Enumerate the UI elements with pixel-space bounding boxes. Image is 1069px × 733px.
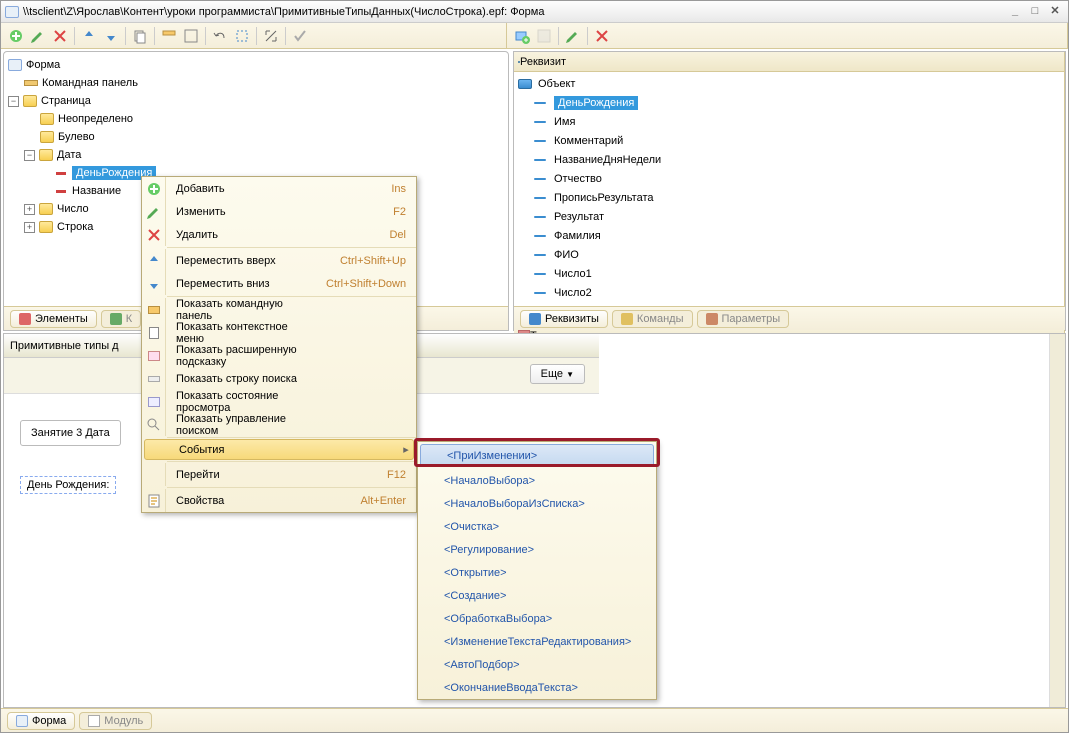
close-button[interactable]: ✕ bbox=[1046, 3, 1064, 21]
attr-header-left: Реквизит bbox=[520, 56, 566, 68]
left-toolbar bbox=[1, 23, 507, 49]
bottom-tab-module[interactable]: Модуль bbox=[79, 712, 152, 730]
ctx-goto[interactable]: ПерейтиF12 bbox=[142, 463, 416, 486]
event-item[interactable]: <Открытие> bbox=[418, 561, 656, 584]
attr-row[interactable]: Число1 bbox=[514, 264, 1064, 283]
event-item[interactable]: <ОбработкаВыбора> bbox=[418, 607, 656, 630]
bottom-tab-form[interactable]: Форма bbox=[7, 712, 75, 730]
tree-number[interactable]: Число bbox=[57, 203, 89, 215]
attr-row[interactable]: ДеньРождения bbox=[514, 93, 1064, 112]
tabpage[interactable]: Занятие 3 Дата bbox=[20, 420, 121, 446]
ctx-moveup[interactable]: Переместить вверхCtrl+Shift+Up bbox=[142, 249, 416, 272]
event-item[interactable]: <Создание> bbox=[418, 584, 656, 607]
more-button[interactable]: Еще ▼ bbox=[530, 364, 585, 384]
ctx-showsctl[interactable]: Показать управление поиском bbox=[142, 413, 416, 436]
tab-attrs[interactable]: Реквизиты bbox=[520, 310, 608, 328]
attr-row[interactable]: Комментарий bbox=[514, 131, 1064, 150]
event-item[interactable]: <Регулирование> bbox=[418, 538, 656, 561]
expand-toggle[interactable]: + bbox=[24, 204, 35, 215]
attr-row[interactable]: Фамилия bbox=[514, 226, 1064, 245]
delete-icon[interactable] bbox=[50, 26, 70, 46]
layout2-icon[interactable] bbox=[181, 26, 201, 46]
events-submenu: <ПриИзменении><НачалоВыбора><НачалоВыбор… bbox=[417, 441, 657, 700]
event-item[interactable]: <НачалоВыбораИзСписка> bbox=[418, 492, 656, 515]
edit-attr-icon[interactable] bbox=[563, 26, 583, 46]
tree-bool[interactable]: Булево bbox=[58, 131, 95, 143]
add-attr-icon[interactable] bbox=[512, 26, 532, 46]
ctx-showhint[interactable]: Показать расширенную подсказку bbox=[142, 344, 416, 367]
right-toolbar bbox=[507, 23, 1068, 49]
attr-row[interactable]: Отчество bbox=[514, 169, 1064, 188]
ctx-events[interactable]: События▸ bbox=[144, 439, 414, 460]
tab-elements[interactable]: Элементы bbox=[10, 310, 97, 328]
event-item[interactable]: <Очистка> bbox=[418, 515, 656, 538]
add-col-icon[interactable] bbox=[534, 26, 554, 46]
attr-row[interactable]: Результат bbox=[514, 207, 1064, 226]
undo-icon[interactable] bbox=[210, 26, 230, 46]
ctx-props[interactable]: СвойстваAlt+Enter bbox=[142, 489, 416, 512]
attr-row[interactable]: ФИО bbox=[514, 245, 1064, 264]
attr-row[interactable]: Объект bbox=[514, 74, 1064, 93]
expand-toggle[interactable]: + bbox=[24, 222, 35, 233]
window-title: \\tsclient\Z\Ярослав\Контент\уроки прогр… bbox=[23, 6, 1004, 18]
edit-icon[interactable] bbox=[28, 26, 48, 46]
tree-cmdpanel[interactable]: Командная панель bbox=[42, 77, 138, 89]
context-menu: ДобавитьIns ИзменитьF2 УдалитьDel Переме… bbox=[141, 176, 417, 513]
event-item[interactable]: <ИзменениеТекстаРедактирования> bbox=[418, 630, 656, 653]
expand-icon[interactable] bbox=[261, 26, 281, 46]
copy-icon[interactable] bbox=[130, 26, 150, 46]
delete-attr-icon[interactable] bbox=[592, 26, 612, 46]
minimize-button[interactable]: _ bbox=[1006, 3, 1024, 21]
preview-scrollbar[interactable] bbox=[1049, 334, 1065, 707]
movedown-icon[interactable] bbox=[101, 26, 121, 46]
ctx-add[interactable]: ДобавитьIns bbox=[142, 177, 416, 200]
check-icon[interactable] bbox=[290, 26, 310, 46]
layout1-icon[interactable] bbox=[159, 26, 179, 46]
tree-root[interactable]: Форма bbox=[26, 59, 60, 71]
add-icon[interactable] bbox=[6, 26, 26, 46]
tab-params[interactable]: Параметры bbox=[697, 310, 790, 328]
tab-cmds[interactable]: Команды bbox=[612, 310, 693, 328]
attr-row[interactable]: ПрописьРезультата bbox=[514, 188, 1064, 207]
ctx-showctx[interactable]: Показать контекстное меню bbox=[142, 321, 416, 344]
tab-k[interactable]: К bbox=[101, 310, 141, 328]
tree-string[interactable]: Строка bbox=[57, 221, 93, 233]
ctx-showsearch[interactable]: Показать строку поиска bbox=[142, 367, 416, 390]
event-item[interactable]: <ПриИзменении> bbox=[420, 444, 654, 467]
form-icon bbox=[5, 6, 19, 18]
attr-row[interactable]: Имя bbox=[514, 112, 1064, 131]
ctx-del[interactable]: УдалитьDel bbox=[142, 223, 416, 246]
preview-title: Примитивные типы д bbox=[10, 340, 119, 352]
expand-toggle[interactable]: − bbox=[8, 96, 19, 107]
field-label-bday[interactable]: День Рождения: bbox=[20, 476, 116, 494]
tree-page[interactable]: Страница bbox=[41, 95, 91, 107]
moveup-icon[interactable] bbox=[79, 26, 99, 46]
event-item[interactable]: <АвтоПодбор> bbox=[418, 653, 656, 676]
ctx-edit[interactable]: ИзменитьF2 bbox=[142, 200, 416, 223]
attr-row[interactable]: Число2 bbox=[514, 283, 1064, 302]
ctx-showcmd[interactable]: Показать командную панель bbox=[142, 298, 416, 321]
expand-toggle[interactable]: − bbox=[24, 150, 35, 161]
event-item[interactable]: <ОкончаниеВводаТекста> bbox=[418, 676, 656, 699]
ctx-movedn[interactable]: Переместить внизCtrl+Shift+Down bbox=[142, 272, 416, 295]
tree-date-name[interactable]: Название bbox=[72, 185, 121, 197]
ctx-showview[interactable]: Показать состояние просмотра bbox=[142, 390, 416, 413]
event-item[interactable]: <НачалоВыбора> bbox=[418, 469, 656, 492]
select-icon[interactable] bbox=[232, 26, 252, 46]
maximize-button[interactable]: □ bbox=[1026, 3, 1044, 21]
tree-undef[interactable]: Неопределено bbox=[58, 113, 133, 125]
attr-row[interactable]: НазваниеДняНедели bbox=[514, 150, 1064, 169]
window-titlebar: \\tsclient\Z\Ярослав\Контент\уроки прогр… bbox=[1, 1, 1068, 23]
tree-date[interactable]: Дата bbox=[57, 149, 81, 161]
attrs-pane: Реквизит ОбъектДеньРожденияИмяКомментари… bbox=[513, 51, 1066, 331]
